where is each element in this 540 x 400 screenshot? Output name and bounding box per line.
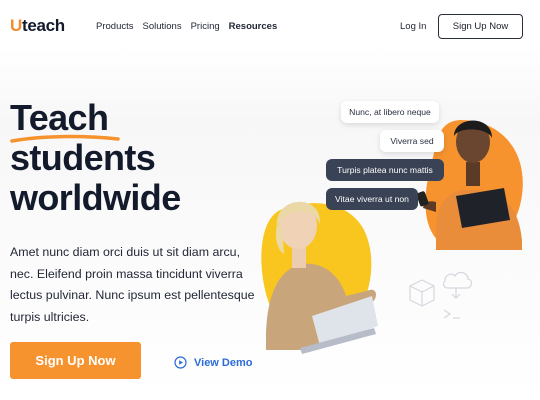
chat-bubble-2: Viverra sed: [380, 130, 444, 152]
hero-description: Amet nunc diam orci duis ut sit diam arc…: [10, 245, 255, 324]
nav-links: Products Solutions Pricing Resources: [96, 21, 277, 32]
hero-illustration: Nunc, at libero neque Viverra sed Turpis…: [260, 90, 540, 400]
hero-headline: Teach students worldwide: [10, 98, 181, 218]
cloud-icon: [442, 271, 472, 299]
top-nav: Uteach Products Solutions Pricing Resour…: [0, 0, 540, 54]
play-circle-icon: [174, 356, 187, 369]
nav-link-solutions[interactable]: Solutions: [143, 21, 182, 32]
chat-bubble-4: Vitae viverra ut non: [326, 188, 418, 210]
headline-underline-decoration: [10, 134, 120, 143]
decorative-icons: [409, 271, 472, 319]
headline-line-3: worldwide: [10, 177, 181, 218]
nav-link-products[interactable]: Products: [96, 21, 134, 32]
cube-icon: [409, 279, 435, 307]
logo[interactable]: Uteach: [10, 16, 65, 36]
teacher-photo: [261, 201, 378, 354]
nav-link-resources[interactable]: Resources: [229, 21, 278, 32]
nav-link-pricing[interactable]: Pricing: [191, 21, 220, 32]
hero-signup-button[interactable]: Sign Up Now: [10, 342, 141, 379]
view-demo-label: View Demo: [194, 356, 253, 369]
chat-bubble-3: Turpis platea nunc mattis: [326, 159, 444, 181]
view-demo-link[interactable]: View Demo: [174, 356, 253, 369]
terminal-icon: [443, 309, 460, 319]
nav-signup-button[interactable]: Sign Up Now: [438, 14, 523, 39]
login-link[interactable]: Log In: [400, 21, 426, 32]
chat-bubble-1: Nunc, at libero neque: [341, 101, 439, 123]
